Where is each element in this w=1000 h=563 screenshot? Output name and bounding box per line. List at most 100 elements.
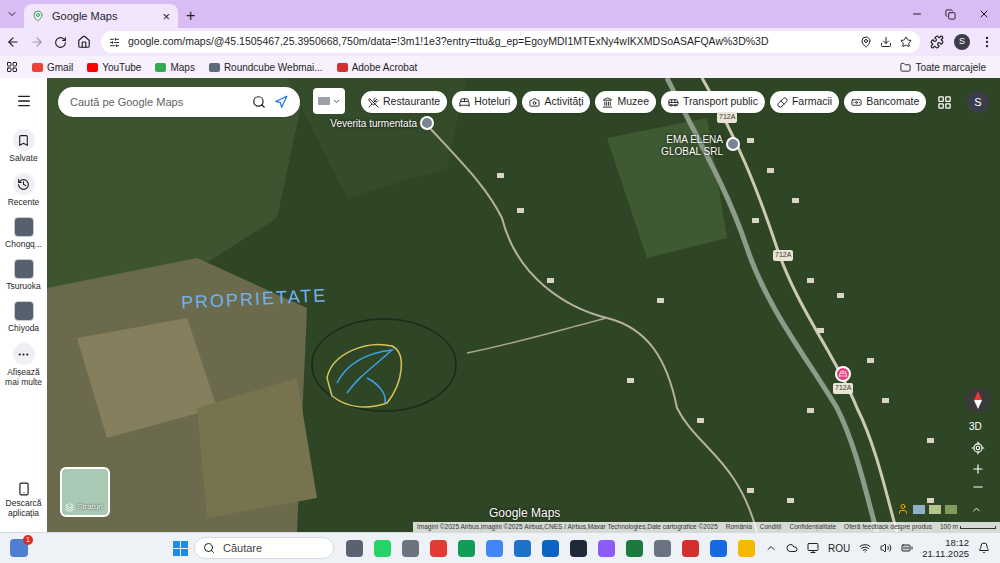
close-window-icon[interactable] — [978, 8, 990, 20]
category-chip[interactable]: Restaurante — [361, 91, 447, 113]
place-pin[interactable] — [726, 137, 740, 151]
expand-icon[interactable] — [971, 504, 982, 515]
bookmark-item[interactable]: YouTube — [87, 60, 141, 75]
scale-bar[interactable]: 100 m — [940, 522, 996, 532]
tray-expand-icon[interactable] — [765, 542, 777, 554]
attribution-item[interactable]: Oferă feedback despre produs — [844, 522, 932, 532]
search-box[interactable]: Caută pe Google Maps — [58, 87, 300, 117]
taskbar-apps — [346, 540, 755, 557]
category-chip[interactable]: Activități — [522, 91, 590, 113]
bookmark-item[interactable]: Gmail — [32, 60, 73, 75]
all-bookmarks[interactable]: Toate marcajele — [900, 60, 994, 75]
category-chip[interactable]: Transport public — [661, 91, 765, 113]
sidebar-item[interactable]: Chiyoda — [0, 301, 47, 333]
wifi-icon[interactable] — [859, 542, 871, 554]
directions-icon[interactable] — [274, 95, 288, 109]
app-icon[interactable] — [570, 540, 587, 557]
restore-icon[interactable] — [945, 9, 956, 20]
taskbar-search[interactable]: Căutare — [194, 537, 334, 559]
place-label[interactable]: Veverita turmentata — [330, 118, 417, 130]
new-tab-button[interactable]: + — [178, 4, 203, 28]
compass[interactable] — [965, 387, 991, 413]
bookmark-star-icon[interactable] — [900, 36, 912, 48]
imagery-thumb[interactable] — [913, 505, 925, 514]
minimize-icon[interactable] — [911, 8, 923, 20]
attribution-item[interactable]: Condiții — [760, 522, 782, 532]
app-icon[interactable] — [654, 540, 671, 557]
location-icon[interactable] — [860, 36, 872, 48]
attribution-item[interactable]: România — [726, 522, 752, 532]
windows-start-icon[interactable] — [173, 541, 188, 556]
bookmark-icon — [209, 63, 220, 72]
apps-icon[interactable] — [6, 61, 18, 73]
category-chip[interactable]: Bancomate — [844, 91, 926, 113]
place-label[interactable]: EMA ELENA GLOBAL SRL — [653, 134, 723, 158]
menu-icon[interactable] — [980, 35, 994, 49]
app-icon[interactable] — [430, 540, 447, 557]
widgets[interactable]: 1 — [10, 539, 28, 557]
search-icon — [203, 542, 215, 554]
app-icon[interactable] — [598, 540, 615, 557]
place-pin[interactable] — [420, 116, 434, 130]
tab-search-button[interactable] — [0, 0, 24, 28]
display-icon[interactable] — [807, 542, 819, 554]
browser-tab[interactable]: Google Maps× — [24, 4, 178, 28]
app-icon[interactable] — [682, 540, 699, 557]
category-chip[interactable]: Farmacii — [770, 91, 839, 113]
imagery-thumb[interactable] — [929, 505, 941, 514]
app-icon[interactable] — [402, 540, 419, 557]
forward-icon[interactable] — [30, 35, 44, 49]
clock[interactable]: 18:1221.11.2025 — [922, 537, 969, 559]
extensions-icon[interactable] — [930, 35, 944, 49]
language[interactable]: ROU — [828, 541, 850, 556]
app-icon[interactable] — [486, 540, 503, 557]
tab-close[interactable]: × — [162, 10, 170, 23]
reload-icon[interactable] — [54, 36, 67, 49]
imagery-thumb[interactable] — [945, 505, 957, 514]
google-apps-icon[interactable] — [937, 95, 952, 110]
site-info-icon[interactable] — [109, 37, 120, 48]
mode-selector[interactable] — [313, 88, 345, 114]
pegman-icon[interactable] — [897, 503, 909, 515]
app-icon[interactable] — [374, 540, 391, 557]
hotel-pin[interactable] — [835, 366, 851, 382]
app-icon[interactable] — [710, 540, 727, 557]
sidebar-item[interactable]: Salvate — [0, 129, 47, 163]
cloud-icon[interactable] — [786, 542, 798, 554]
address-bar[interactable]: google.com/maps/@45.1505467,25.3950668,7… — [101, 31, 920, 53]
profile-avatar[interactable]: S — [954, 34, 970, 50]
app-icon[interactable] — [542, 540, 559, 557]
volume-icon[interactable] — [880, 542, 892, 554]
attribution-item[interactable]: Confidențialitate — [789, 522, 836, 532]
app-icon[interactable] — [514, 540, 531, 557]
sidebar-item[interactable]: Tsuruoka — [0, 259, 47, 291]
bookmark-item[interactable]: Roundcube Webmai... — [209, 60, 323, 75]
app-icon[interactable] — [346, 540, 363, 557]
app-icon[interactable] — [626, 540, 643, 557]
sidebar-item[interactable]: Afișează mai multe — [0, 343, 47, 387]
search-icon[interactable] — [252, 95, 266, 109]
category-chip[interactable]: Muzee — [595, 91, 656, 113]
sidebar-item[interactable]: Chongq... — [0, 217, 47, 249]
map[interactable]: PROPRIETATECaută pe Google MapsRestauran… — [47, 78, 1000, 532]
my-location-icon[interactable] — [971, 441, 985, 455]
zoom-in-icon[interactable] — [971, 462, 985, 476]
app-icon[interactable] — [738, 540, 755, 557]
back-icon[interactable] — [6, 35, 20, 49]
category-chip[interactable]: Hoteluri — [452, 91, 517, 113]
menu-icon[interactable] — [16, 93, 32, 109]
layers-icon — [65, 503, 74, 512]
battery-icon[interactable] — [901, 542, 913, 554]
download-app[interactable]: Descarcă aplicația — [0, 482, 47, 518]
notifications-icon[interactable] — [978, 542, 990, 554]
bookmark-item[interactable]: Maps — [155, 60, 194, 75]
install-icon[interactable] — [880, 36, 892, 48]
zoom-out-icon[interactable] — [971, 480, 985, 494]
3d-button[interactable]: 3D — [969, 419, 982, 434]
sidebar-item[interactable]: Recente — [0, 173, 47, 207]
account-avatar[interactable]: S — [967, 91, 989, 113]
layers-button[interactable]: Straturi — [60, 467, 110, 517]
home-icon[interactable] — [77, 35, 91, 49]
app-icon[interactable] — [458, 540, 475, 557]
bookmark-item[interactable]: Adobe Acrobat — [337, 60, 418, 75]
